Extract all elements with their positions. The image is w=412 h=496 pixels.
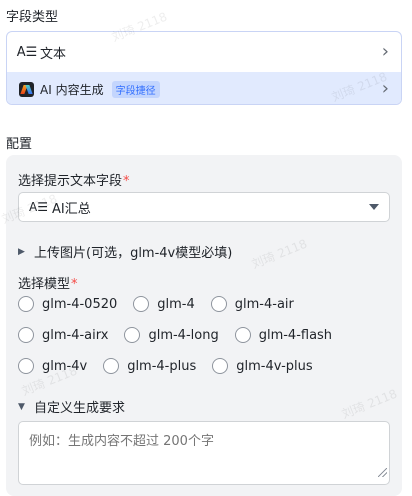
required-mark: *: [71, 277, 78, 292]
model-option-label: glm-4-air: [234, 296, 294, 312]
type-option-text-label: 文本: [40, 46, 67, 62]
radio-circle[interactable]: [124, 327, 141, 343]
model-option-label: glm-4-long: [148, 327, 219, 343]
model-option-label: glm-4-0520: [42, 296, 118, 312]
radio-circle[interactable]: [212, 358, 229, 374]
model-radio-option[interactable]: glm-4-flash: [234, 327, 333, 343]
model-option-label: glm-4v: [42, 358, 88, 374]
resize-handle-icon[interactable]: [378, 468, 387, 477]
model-label: 选择模型*: [18, 273, 78, 292]
text-type-icon: A☰: [16, 44, 38, 60]
field-type-title: 字段类型: [6, 10, 59, 25]
triangle-down-icon: ▼: [18, 401, 25, 412]
custom-requirement-toggle[interactable]: ▼ 自定义生成要求: [18, 397, 125, 416]
upload-image-toggle[interactable]: ▶ 上传图片(可选，glm-4v模型必填): [18, 242, 232, 261]
model-radio-option[interactable]: glm-4-air: [210, 296, 294, 312]
model-radio-option[interactable]: glm-4-long: [124, 327, 219, 343]
prompt-field-label: 选择提示文本字段*: [18, 170, 130, 189]
radio-circle[interactable]: [18, 327, 34, 343]
model-radio-row: glm-4-airx glm-4-long glm-4-flash: [18, 327, 348, 343]
chevron-right-icon: ›: [381, 78, 389, 99]
model-label-text: 选择模型: [18, 277, 71, 292]
model-option-label: glm-4-plus: [127, 358, 197, 374]
radio-circle[interactable]: [18, 296, 34, 312]
radio-circle[interactable]: [133, 296, 150, 312]
radio-circle[interactable]: [18, 358, 34, 374]
ai-logo-icon: [19, 81, 34, 97]
type-option-text[interactable]: A☰ 文本 ›: [7, 32, 401, 72]
prompt-field-select[interactable]: A☰ AI汇总: [18, 192, 390, 222]
required-mark: *: [123, 174, 130, 189]
model-radio-row: glm-4v glm-4-plus glm-4v-plus: [18, 358, 329, 374]
prompt-field-label-text: 选择提示文本字段: [18, 174, 123, 189]
model-radio-option[interactable]: glm-4v-plus: [212, 358, 313, 374]
radio-circle[interactable]: [210, 296, 227, 312]
field-type-card: A☰ 文本 › AI 内容生成 字段捷径 ›: [6, 31, 402, 105]
model-radio-option[interactable]: glm-4-plus: [103, 358, 196, 374]
chevron-right-icon: ›: [381, 41, 389, 62]
config-panel: 选择提示文本字段* A☰ AI汇总 ▶ 上传图片(可选，glm-4v模型必填) …: [6, 155, 402, 496]
model-option-label: glm-4-flash: [258, 327, 333, 343]
model-radio-option[interactable]: glm-4: [133, 296, 195, 312]
model-option-label: glm-4: [157, 296, 195, 312]
upload-image-label: 上传图片(可选，glm-4v模型必填): [34, 246, 233, 261]
type-option-ai-label: AI 内容生成: [40, 82, 104, 97]
caret-down-icon: [369, 204, 379, 210]
text-type-icon: A☰: [29, 200, 48, 214]
prompt-field-value: AI汇总: [51, 201, 91, 217]
config-title: 配置: [6, 137, 33, 152]
triangle-right-icon: ▶: [18, 246, 25, 257]
model-option-label: glm-4-airx: [42, 327, 109, 343]
field-shortcut-badge: 字段捷径: [111, 80, 160, 98]
model-radio-option[interactable]: glm-4v: [18, 358, 87, 374]
radio-circle[interactable]: [103, 358, 120, 374]
radio-circle[interactable]: [234, 327, 251, 343]
model-radio-row: glm-4-0520 glm-4 glm-4-air: [18, 296, 310, 312]
model-option-label: glm-4v-plus: [236, 358, 313, 374]
custom-requirement-textarea[interactable]: [18, 421, 390, 485]
type-option-ai[interactable]: AI 内容生成 字段捷径 ›: [7, 72, 401, 104]
model-radio-option[interactable]: glm-4-0520: [18, 296, 117, 312]
custom-requirement-label: 自定义生成要求: [34, 401, 126, 416]
model-radio-option[interactable]: glm-4-airx: [18, 327, 108, 343]
